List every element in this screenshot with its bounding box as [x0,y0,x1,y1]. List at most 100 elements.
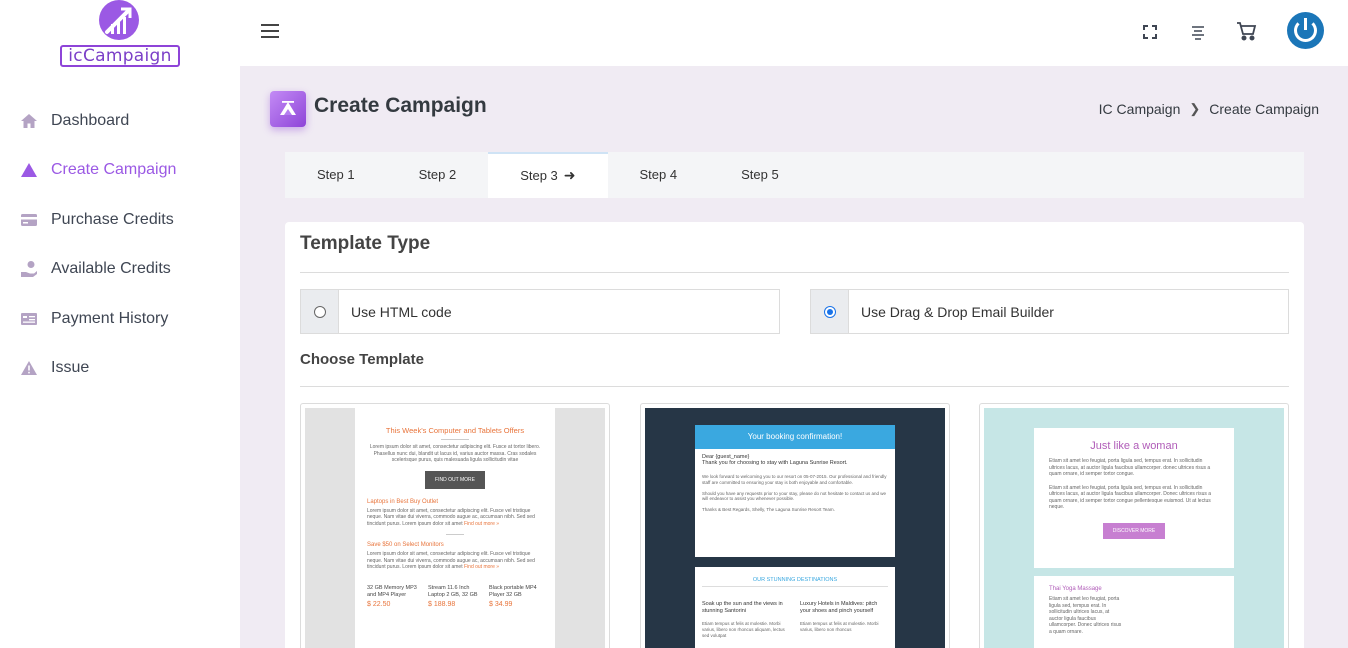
sidebar-item-create-campaign[interactable]: Create Campaign [0,146,240,196]
section-body: Lorem ipsum dolor sit amet, consectetur … [367,551,543,571]
destination-body: Etiam tempus ut felis at molestie. Morbi… [800,621,879,632]
sidebar-item-label: Issue [51,359,90,377]
product-row: 32 GB Memory MP3 and MP4 Player $ 22.50 S… [367,585,543,608]
credit-card-icon [20,211,38,229]
section-title: Laptops in Best Buy Outlet [367,498,439,505]
radio-button-selected[interactable] [823,305,836,318]
paragraph: Etiam sit amet leo feugiat, porta ligula… [1049,484,1212,511]
sidebar-item-payment-history[interactable]: Payment History [0,294,240,344]
paragraph: Etiam sit amet leo feugiat, porta ligula… [1049,458,1211,477]
main-content: Create Campaign IC Campaign ❯ Create Cam… [240,66,1348,648]
paragraph: We look forward to welcoming you to our … [702,474,887,485]
destination-title: Soak up the sun and the views in stunnin… [702,601,783,614]
chevron-right-icon: ❯ [1189,101,1201,116]
tab-step-5[interactable]: Step 5 [709,152,811,198]
template-button: DISCOVER MORE [1102,522,1166,539]
sidebar-item-label: Available Credits [51,260,171,278]
sidebar-item-dashboard[interactable]: Dashboard [0,96,240,146]
section-title: Thai Yoga Massage [1049,586,1102,592]
menu-icon[interactable] [261,24,279,38]
sidebar-item-available-credits[interactable]: Available Credits [0,245,240,295]
product-item: Black portable MP4 Player 32 GB $ 34.99 [489,585,543,608]
arrow-right-icon: ➜ [563,167,576,183]
section-text: Lorem ipsum dolor sit amet, consectetur … [367,507,535,527]
home-icon [20,112,38,130]
logo-icon [99,0,139,40]
radio-label: Use HTML code [351,303,452,320]
template-body: Lorem ipsum dolor sit amet, consectetur … [369,444,541,463]
thanks: Thank you for choosing to stay with Lagu… [702,460,848,466]
destination-item: Soak up the sun and the views in stunnin… [702,601,790,638]
product-name: Black portable MP4 Player 32 GB [489,584,537,598]
section-title: OUR STUNNING DESTINATIONS [702,577,888,587]
power-icon[interactable] [1287,12,1324,49]
breadcrumb: IC Campaign ❯ Create Campaign [1099,101,1319,117]
choose-template-title: Choose Template [300,351,424,368]
page-icon [270,91,306,127]
app-logo[interactable]: icCampaign [58,0,182,68]
radio-html-code[interactable]: Use HTML code [300,289,780,334]
sidebar-item-issue[interactable]: Issue [0,344,240,394]
fullscreen-icon[interactable] [1140,22,1160,42]
product-item: Stream 11.6 Inch Laptop 2 GB, 32 GB $ 188… [428,585,482,608]
section-title: Save $50 on Select Monitors [367,542,444,548]
divider [441,439,469,440]
campaign-icon [20,161,38,179]
tab-label: Step 3 [520,168,558,183]
steps-tabs: Step 1 Step 2 Step 3 ➜ Step 4 Step 5 [285,152,1304,198]
section-body: Lorem ipsum dolor sit amet, consectetur … [367,508,543,528]
product-name: 32 GB Memory MP3 and MP4 Player [367,584,417,598]
template-button: FIND OUT MORE [425,470,485,489]
product-price: $ 34.99 [489,600,513,608]
template-type-title: Template Type [300,233,431,254]
link: Find out more » [464,520,500,527]
destination-item: Luxury Hotels in Maldives: pitch your sh… [800,601,888,638]
sidebar-item-label: Payment History [51,309,169,327]
section-body: Etiam sit amet leo feugiat, porta ligula… [1049,596,1122,635]
template-header: Your booking confirmation! [695,425,895,449]
template-thumbnail-booking[interactable]: Your booking confirmation! Dear {guest_n… [640,403,950,648]
divider [300,272,1289,273]
hand-coin-icon [20,260,38,278]
topbar [240,0,1348,66]
align-icon[interactable] [1188,22,1208,42]
sidebar-item-purchase-credits[interactable]: Purchase Credits [0,195,240,245]
template-thumbnail-computers[interactable]: This Week's Computer and Tablets Offers … [300,403,610,648]
logo-text: icCampaign [60,45,180,67]
signature: Thanks & Best Regards, Shelly, The Lagun… [702,507,835,513]
warning-icon [20,359,38,377]
product-price: $ 188.98 [428,600,456,608]
destination-title: Luxury Hotels in Maldives: pitch your sh… [800,601,878,614]
product-item: 32 GB Memory MP3 and MP4 Player $ 22.50 [367,585,421,608]
destination-body: Etiam tempus ut felis at molestie. Morbi… [702,621,785,638]
radio-button[interactable] [313,305,326,318]
sidebar-nav: Dashboard Create Campaign Purchase Credi… [0,96,240,393]
radio-drag-drop[interactable]: Use Drag & Drop Email Builder [810,289,1289,334]
template-thumbnail-woman[interactable]: Just like a woman Etiam sit amet leo feu… [979,403,1289,648]
divider [446,534,464,535]
sidebar: icCampaign Dashboard Create Campaign Pur… [0,0,240,648]
tab-step-1[interactable]: Step 1 [285,152,387,198]
paragraph: Should you have any requests prior to yo… [702,490,887,502]
section-text: Lorem ipsum dolor sit amet, consectetur … [367,551,535,570]
product-name: Stream 11.6 Inch Laptop 2 GB, 32 GB [428,584,478,598]
cart-icon[interactable] [1235,20,1257,42]
sidebar-item-label: Purchase Credits [51,210,174,228]
template-heading: Just like a woman [1090,440,1178,452]
template-card: Template Type Use HTML code Use Drag & D… [285,222,1304,648]
product-price: $ 22.50 [367,600,391,608]
template-heading: This Week's Computer and Tablets Offers [385,426,525,435]
link: Find out more » [464,564,500,570]
tab-step-4[interactable]: Step 4 [608,152,710,198]
receipt-icon [20,310,38,328]
destination-columns: Soak up the sun and the views in stunnin… [702,601,888,638]
tab-step-2[interactable]: Step 2 [387,152,489,198]
page-title: Create Campaign [314,94,487,117]
sidebar-item-label: Dashboard [51,111,130,129]
divider [300,386,1289,387]
breadcrumb-item-current: Create Campaign [1209,101,1319,117]
sidebar-item-label: Create Campaign [51,161,177,179]
breadcrumb-item-home[interactable]: IC Campaign [1099,101,1181,117]
radio-label: Use Drag & Drop Email Builder [861,303,1054,320]
tab-step-3[interactable]: Step 3 ➜ [488,152,608,198]
